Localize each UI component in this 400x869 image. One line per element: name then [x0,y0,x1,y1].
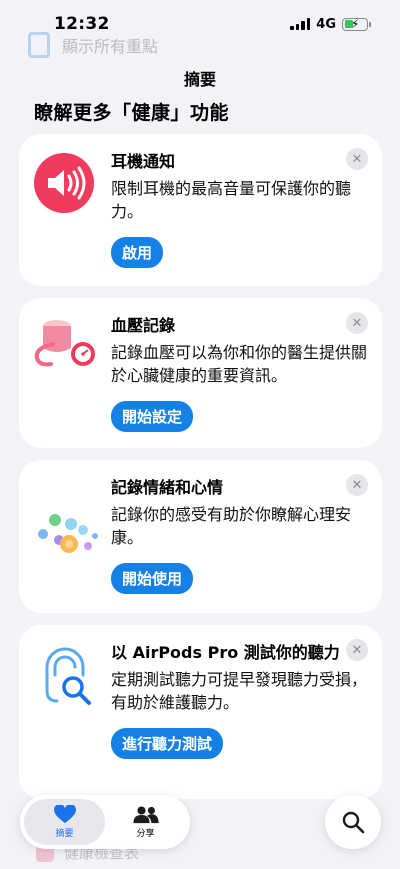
hearing-test-button[interactable]: 進行聽力測試 [111,728,224,759]
headphone-volume-icon [33,152,99,218]
state-of-mind-icon [33,508,103,574]
search-icon [342,811,365,834]
blood-pressure-icon [33,314,99,380]
dismiss-close-icon[interactable]: ✕ [346,639,368,661]
card-title: 血壓記錄 [111,316,176,335]
nav-title: 摘要 [183,70,216,89]
status-time: 12:32 [54,14,110,34]
tab-summary-label: 摘要 [55,829,74,839]
dismiss-close-icon[interactable]: ✕ [346,474,368,496]
card-body: 記錄血壓可以為你和你的醫生提供關於心臟健康的重要資訊。 [111,343,368,385]
start-setup-button[interactable]: 開始設定 [111,401,194,432]
enable-button[interactable]: 啟用 [111,237,164,268]
card-title: 耳機通知 [111,152,176,171]
card-title: 記錄情緒和心情 [111,478,224,497]
search-button[interactable] [325,795,381,849]
card-blood-pressure[interactable]: 血壓記錄 記錄血壓可以為你和你的醫生提供關於心臟健康的重要資訊。 開始設定 ✕ [19,298,382,448]
battery-charging-icon: ⚡ [342,17,371,31]
dismiss-close-icon[interactable]: ✕ [346,312,368,334]
tab-bar: 摘要 分享 [20,795,190,849]
card-body: 限制耳機的最高音量可保護你的聽力。 [111,179,352,221]
card-body: 記錄你的感受有助於你瞭解心理安康。 [111,505,352,547]
section-title: 瞭解更多「健康」功能 [34,102,230,124]
status-indicators: 4G ⚡ [290,16,371,32]
network-type: 4G [316,16,336,32]
tab-sharing-label: 分享 [136,828,155,839]
heart-icon [53,805,76,824]
tab-summary[interactable]: 摘要 [24,799,105,845]
card-body: 定期測試聽力可提早發現聽力受損，有助於維護聽力。 [111,670,368,712]
tab-sharing[interactable]: 分享 [105,799,186,845]
card-headphone-notifications[interactable]: 耳機通知 限制耳機的最高音量可保護你的聽力。 啟用 ✕ [19,134,382,286]
hearing-test-icon [33,643,99,709]
card-title: 以 AirPods Pro 測試你的聽力 [111,643,340,662]
status-bar: 12:32 4G ⚡ [0,0,400,50]
cellular-signal-icon [290,18,311,30]
people-icon [132,805,159,823]
dismiss-close-icon[interactable]: ✕ [346,148,368,170]
card-state-of-mind[interactable]: 記錄情緒和心情 記錄你的感受有助於你瞭解心理安康。 開始使用 ✕ [19,460,382,613]
get-started-button[interactable]: 開始使用 [111,563,194,594]
card-hearing-test[interactable]: 以 AirPods Pro 測試你的聽力 定期測試聽力可提早發現聽力受損，有助於… [19,625,382,799]
